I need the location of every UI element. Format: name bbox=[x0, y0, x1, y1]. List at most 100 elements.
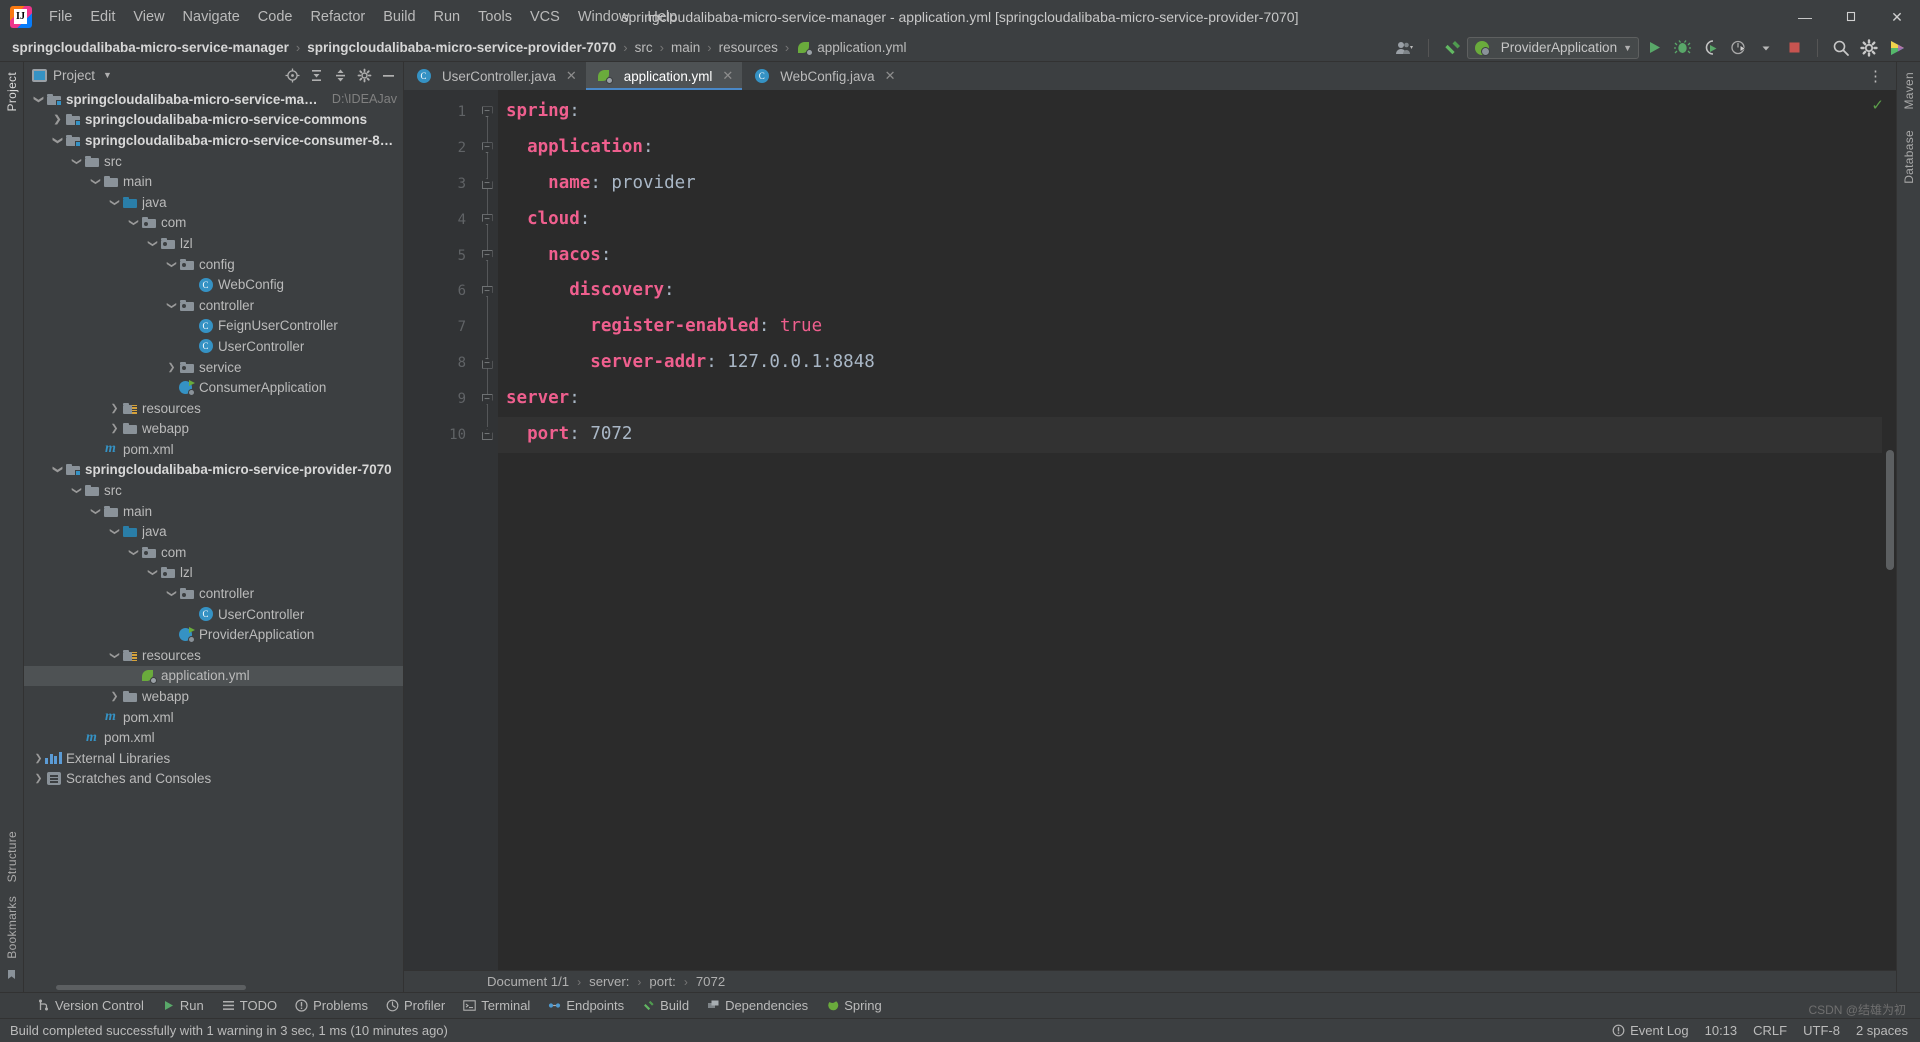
line-number[interactable]: 2 bbox=[404, 130, 476, 166]
breadcrumb-module[interactable]: springcloudalibaba-micro-service-provide… bbox=[307, 40, 616, 55]
tree-node-webconfig[interactable]: C WebConfig bbox=[24, 274, 403, 295]
breadcrumb-file[interactable]: application.yml bbox=[796, 40, 907, 56]
tree-node-springcloudalibaba-micro-service-commons[interactable]: ❯ springcloudalibaba-micro-service-common… bbox=[24, 110, 403, 131]
tool-window-project[interactable]: Project bbox=[5, 68, 19, 115]
minimize-button[interactable]: — bbox=[1782, 0, 1828, 34]
locate-icon[interactable] bbox=[281, 64, 303, 86]
fold-toggle-icon[interactable]: − bbox=[481, 178, 493, 190]
fold-toggle-icon[interactable]: − bbox=[481, 250, 493, 261]
menu-run[interactable]: Run bbox=[425, 5, 470, 29]
search-icon[interactable] bbox=[1828, 36, 1854, 60]
fold-toggle-icon[interactable]: − bbox=[481, 357, 493, 369]
line-number[interactable]: 7 bbox=[404, 309, 476, 345]
close-icon[interactable]: ✕ bbox=[722, 68, 733, 84]
hide-panel-icon[interactable] bbox=[377, 64, 399, 86]
line-number[interactable]: 3 bbox=[404, 166, 476, 202]
tree-node-pom-xml[interactable]: m pom.xml bbox=[24, 439, 403, 460]
breadcrumb-port-value[interactable]: 7072 bbox=[693, 974, 728, 989]
breadcrumb-server[interactable]: server: bbox=[586, 974, 632, 989]
code-line[interactable]: application: bbox=[498, 130, 1882, 166]
tree-node-usercontroller[interactable]: C UserController bbox=[24, 604, 403, 625]
profiler-icon[interactable] bbox=[1725, 36, 1751, 60]
line-number[interactable]: 6 bbox=[404, 273, 476, 309]
menu-edit[interactable]: Edit bbox=[81, 5, 124, 29]
tool-button-version-control[interactable]: Version Control bbox=[28, 995, 153, 1016]
fold-cell[interactable]: − bbox=[476, 94, 498, 130]
tool-button-endpoints[interactable]: Endpoints bbox=[539, 995, 633, 1016]
code-line[interactable]: discovery: bbox=[498, 273, 1882, 309]
chevron-right-icon[interactable]: ❯ bbox=[51, 114, 64, 125]
event-log-button[interactable]: Event Log bbox=[1612, 1023, 1689, 1038]
fold-toggle-icon[interactable]: − bbox=[481, 214, 493, 226]
run-with-coverage-icon[interactable] bbox=[1697, 36, 1723, 60]
tree-node-src[interactable]: ❯ src bbox=[24, 151, 403, 172]
breadcrumb-src[interactable]: src bbox=[635, 40, 653, 55]
chevron-down-icon[interactable]: ❯ bbox=[147, 566, 158, 579]
chevron-down-icon[interactable]: ❯ bbox=[109, 196, 120, 209]
stop-icon[interactable] bbox=[1781, 36, 1807, 60]
fold-cell[interactable]: − bbox=[476, 130, 498, 166]
chevron-down-icon[interactable] bbox=[1753, 36, 1779, 60]
tab-webconfig-java[interactable]: C WebConfig.java ✕ bbox=[742, 62, 904, 90]
chevron-right-icon[interactable]: ❯ bbox=[108, 691, 121, 702]
tree-node-application-yml[interactable]: application.yml bbox=[24, 665, 403, 687]
tool-window-database[interactable]: Database bbox=[1902, 126, 1916, 188]
tool-window-bookmarks[interactable]: Bookmarks bbox=[5, 892, 19, 963]
chevron-right-icon[interactable]: ❯ bbox=[32, 773, 45, 784]
chevron-down-icon[interactable]: ❯ bbox=[71, 484, 82, 497]
tab-usercontroller-java[interactable]: C UserController.java ✕ bbox=[404, 62, 586, 90]
fold-toggle-icon[interactable]: − bbox=[481, 429, 493, 441]
code-line[interactable]: name: provider bbox=[498, 166, 1882, 202]
menu-refactor[interactable]: Refactor bbox=[301, 5, 374, 29]
tree-node-java[interactable]: ❯ java bbox=[24, 192, 403, 213]
fold-cell[interactable]: − bbox=[476, 381, 498, 417]
tool-button-todo[interactable]: TODO bbox=[213, 995, 286, 1016]
code-line[interactable]: port: 7072 bbox=[498, 417, 1882, 453]
tab-overflow-icon[interactable]: ⋮ bbox=[1864, 67, 1888, 85]
code-line[interactable]: cloud: bbox=[498, 202, 1882, 238]
tree-node-pom-xml[interactable]: m pom.xml bbox=[24, 707, 403, 728]
line-number[interactable]: 9 bbox=[404, 381, 476, 417]
expand-all-icon[interactable] bbox=[305, 64, 327, 86]
code-line[interactable]: server: bbox=[498, 381, 1882, 417]
menu-navigate[interactable]: Navigate bbox=[174, 5, 249, 29]
code-line[interactable]: spring: bbox=[498, 94, 1882, 130]
tool-button-build[interactable]: Build bbox=[633, 995, 698, 1016]
tree-node-pom-xml[interactable]: m pom.xml bbox=[24, 727, 403, 748]
inspection-ok-icon[interactable]: ✓ bbox=[1871, 96, 1884, 114]
chevron-down-icon[interactable]: ❯ bbox=[52, 134, 63, 147]
tree-node-springcloudalibaba-micro-service-manager[interactable]: ❯ springcloudalibaba-micro-service-manage… bbox=[24, 89, 403, 110]
tree-node-resources[interactable]: ❯ resources bbox=[24, 645, 403, 666]
tree-node-java[interactable]: ❯ java bbox=[24, 521, 403, 542]
fold-toggle-icon[interactable]: − bbox=[481, 285, 493, 297]
tree-node-lzl[interactable]: ❯ lzl bbox=[24, 233, 403, 254]
tool-button-problems[interactable]: Problems bbox=[286, 995, 377, 1016]
chevron-down-icon[interactable]: ❯ bbox=[166, 587, 177, 600]
tool-button-run[interactable]: Run bbox=[153, 995, 213, 1016]
close-button[interactable]: ✕ bbox=[1874, 0, 1920, 34]
chevron-down-icon[interactable]: ❯ bbox=[109, 525, 120, 538]
collapse-all-icon[interactable] bbox=[329, 64, 351, 86]
fold-toggle-icon[interactable]: − bbox=[481, 106, 493, 118]
tool-button-spring[interactable]: Spring bbox=[817, 995, 891, 1016]
code-folding-gutter[interactable]: − − − − − − − − − bbox=[476, 90, 498, 970]
scrollbar-thumb[interactable] bbox=[56, 985, 246, 990]
status-encoding[interactable]: UTF-8 bbox=[1803, 1023, 1840, 1038]
chevron-down-icon[interactable]: ❯ bbox=[147, 237, 158, 250]
tab-application-yml[interactable]: application.yml ✕ bbox=[585, 62, 743, 90]
chevron-down-icon[interactable]: ❯ bbox=[90, 175, 101, 188]
run-configuration-selector[interactable]: ProviderApplication ▼ bbox=[1466, 36, 1639, 59]
fold-cell[interactable]: − bbox=[476, 417, 498, 453]
chevron-down-icon[interactable]: ❯ bbox=[90, 505, 101, 518]
tree-node-main[interactable]: ❯ main bbox=[24, 171, 403, 192]
tree-node-springcloudalibaba-micro-service-provider-7070[interactable]: ❯ springcloudalibaba-micro-service-provid… bbox=[24, 460, 403, 481]
tree-node-scratches-and-consoles[interactable]: ❯ Scratches and Consoles bbox=[24, 769, 403, 790]
code-line[interactable]: register-enabled: true bbox=[498, 309, 1882, 345]
chevron-down-icon[interactable]: ❯ bbox=[166, 258, 177, 271]
line-number[interactable]: 8 bbox=[404, 345, 476, 381]
breadcrumb-project[interactable]: springcloudalibaba-micro-service-manager bbox=[12, 40, 289, 55]
chevron-down-icon[interactable]: ❯ bbox=[109, 649, 120, 662]
menu-window[interactable]: Window bbox=[569, 5, 639, 29]
maximize-button[interactable] bbox=[1828, 0, 1874, 34]
breadcrumb-resources[interactable]: resources bbox=[719, 40, 778, 55]
